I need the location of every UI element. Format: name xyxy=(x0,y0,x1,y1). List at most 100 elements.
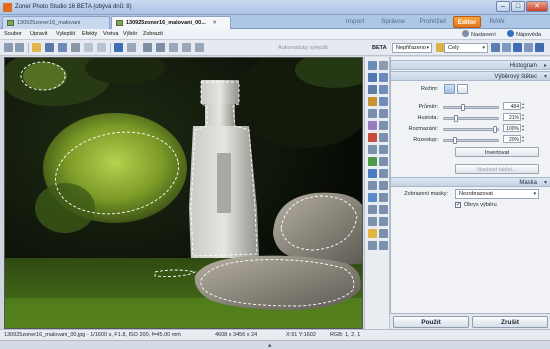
shape-icon[interactable] xyxy=(368,181,377,190)
save-icon[interactable] xyxy=(45,43,54,52)
mask-header[interactable]: Maska ▾ xyxy=(391,177,550,187)
crop-icon[interactable] xyxy=(182,43,191,52)
diameter-value[interactable]: 484 xyxy=(503,102,521,110)
layer-icon[interactable] xyxy=(368,193,377,202)
eraser-icon[interactable] xyxy=(379,169,388,178)
back-icon[interactable] xyxy=(4,43,13,52)
paste-icon[interactable] xyxy=(97,43,106,52)
select-ellipse-icon[interactable] xyxy=(379,73,388,82)
collapse-icon[interactable]: ▾ xyxy=(544,179,547,186)
module-raw[interactable]: RAW xyxy=(485,16,509,28)
minimize-button[interactable]: – xyxy=(496,1,510,12)
print-icon[interactable] xyxy=(71,43,80,52)
spin-icon[interactable]: ▴ ▾ xyxy=(522,102,526,110)
invert-button[interactable]: Invertovat xyxy=(455,147,539,157)
module-prohlizec[interactable]: Prohlížeč xyxy=(415,16,451,28)
close-tab-icon[interactable]: ✕ xyxy=(212,20,217,26)
pin-icon[interactable] xyxy=(379,61,388,70)
tab-document-1[interactable]: 130925zoner16_malovani xyxy=(2,16,110,29)
maximize-button[interactable]: □ xyxy=(511,1,525,12)
spin-icon[interactable]: ▴ ▾ xyxy=(522,124,526,132)
hand-icon[interactable] xyxy=(368,85,377,94)
clone-icon[interactable] xyxy=(379,121,388,130)
redo-icon[interactable] xyxy=(127,43,136,52)
resize-icon[interactable] xyxy=(195,43,204,52)
apply-button[interactable]: Použít xyxy=(393,316,469,328)
slider-knob[interactable] xyxy=(493,126,497,133)
line-icon[interactable] xyxy=(379,181,388,190)
mode-subtract-button[interactable] xyxy=(457,84,468,94)
spacing-value[interactable]: 20% xyxy=(503,135,521,143)
menu-vrstva[interactable]: Vrstva xyxy=(103,31,118,37)
slider-knob[interactable] xyxy=(454,115,458,122)
outline-checkbox[interactable]: ✓ xyxy=(455,202,461,208)
rotate-right-icon[interactable] xyxy=(156,43,165,52)
view-single-icon[interactable] xyxy=(491,43,500,52)
view-panel-icon[interactable] xyxy=(535,43,544,52)
save-as-icon[interactable] xyxy=(58,43,67,52)
expand-icon[interactable]: ▸ xyxy=(544,62,547,69)
label-select[interactable]: Nepřiřazeno ▾ xyxy=(392,43,432,53)
sun-icon[interactable] xyxy=(368,229,377,238)
view-fit-icon[interactable] xyxy=(524,43,533,52)
color-icon[interactable] xyxy=(379,229,388,238)
menu-zobrazit[interactable]: Zobrazit xyxy=(143,31,163,37)
menu-vylepsit[interactable]: Vylepšit xyxy=(56,31,75,37)
help-link[interactable]: Nápověda xyxy=(507,30,541,38)
rotate-left-icon[interactable] xyxy=(143,43,152,52)
crop-tool-icon[interactable] xyxy=(368,109,377,118)
slider-knob[interactable] xyxy=(461,104,465,111)
selection-brush-header[interactable]: Výběrový štětec ▾ xyxy=(391,71,550,81)
dodge-icon[interactable] xyxy=(368,145,377,154)
tilt-shift-icon[interactable] xyxy=(368,217,377,226)
chevron-up-icon[interactable]: ▴ xyxy=(268,341,272,349)
mask-display-select[interactable]: Nezobrazovat ▾ xyxy=(455,189,539,199)
mode-add-button[interactable] xyxy=(444,84,455,94)
slider-knob[interactable] xyxy=(453,137,457,144)
view-split-icon[interactable] xyxy=(513,43,522,52)
filmstrip-toggle-bar[interactable]: ▴ xyxy=(0,340,550,349)
image-canvas[interactable] xyxy=(4,57,363,329)
select-rect-icon[interactable] xyxy=(368,73,377,82)
forward-icon[interactable] xyxy=(15,43,24,52)
brush-icon[interactable] xyxy=(368,121,377,130)
module-editor[interactable]: Editor xyxy=(453,16,481,28)
histogram-header[interactable]: Histogram ▸ xyxy=(391,60,550,70)
menu-upravit[interactable]: Upravit xyxy=(30,31,47,37)
heal-icon[interactable] xyxy=(379,133,388,142)
text-icon[interactable] xyxy=(379,157,388,166)
cancel-button[interactable]: Zrušit xyxy=(472,316,548,328)
redeye-icon[interactable] xyxy=(368,133,377,142)
spin-icon[interactable]: ▴ ▾ xyxy=(522,113,526,121)
module-import[interactable]: Import xyxy=(340,16,370,28)
close-button[interactable]: ✕ xyxy=(526,1,548,12)
open-folder-icon[interactable] xyxy=(32,43,41,52)
auto-enhance-button[interactable]: Automaticky vylepšit xyxy=(278,45,328,51)
flip-icon[interactable] xyxy=(169,43,178,52)
spin-icon[interactable]: ▴ ▾ xyxy=(522,135,526,143)
curves-icon[interactable] xyxy=(368,241,377,250)
navigator-icon[interactable] xyxy=(368,61,377,70)
levels-icon[interactable] xyxy=(379,241,388,250)
settings-link[interactable]: Nastavení xyxy=(462,30,496,38)
selection-brush-icon[interactable] xyxy=(368,169,377,178)
filter-icon[interactable] xyxy=(379,205,388,214)
menu-efekty[interactable]: Efekty xyxy=(82,31,97,37)
tablet-settings-button[interactable]: Nastavit tablet... xyxy=(455,164,539,174)
wand-icon[interactable] xyxy=(368,97,377,106)
density-slider[interactable] xyxy=(443,115,499,122)
frame-icon[interactable] xyxy=(368,205,377,214)
zoom-select[interactable]: Celý ▾ xyxy=(444,43,488,53)
lasso-icon[interactable] xyxy=(379,97,388,106)
gradient-icon[interactable] xyxy=(368,157,377,166)
tab-document-2[interactable]: 130925zoner16_malovani_00... ✕ xyxy=(111,16,231,29)
straighten-icon[interactable] xyxy=(379,109,388,118)
mask-icon[interactable] xyxy=(379,193,388,202)
zoom-icon[interactable] xyxy=(379,85,388,94)
view-compare-icon[interactable] xyxy=(502,43,511,52)
module-spravce[interactable]: Správce xyxy=(377,16,409,28)
vignette-icon[interactable] xyxy=(379,217,388,226)
density-value[interactable]: 21% xyxy=(503,113,521,121)
blur-value[interactable]: 100% xyxy=(503,124,521,132)
menu-soubor[interactable]: Soubor xyxy=(4,31,22,37)
